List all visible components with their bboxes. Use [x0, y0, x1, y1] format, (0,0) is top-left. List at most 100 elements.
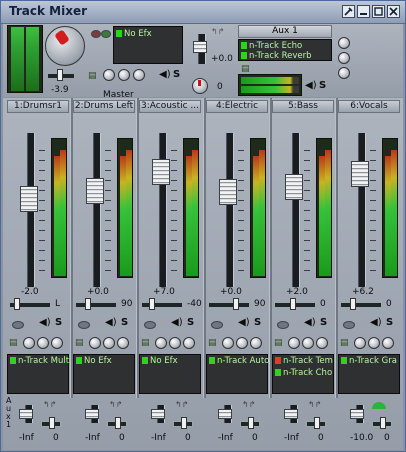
channel-knob-1[interactable] [155, 337, 167, 349]
aux-fx-box[interactable]: n-Track Echo n-Track Reverb [238, 39, 332, 61]
channel-fx-box[interactable]: No Efx [139, 354, 201, 394]
send-pan-knob[interactable] [115, 417, 121, 429]
aux-fx-toggle-icon[interactable]: ▤ [241, 64, 250, 74]
master-knob-3[interactable] [133, 69, 145, 81]
record-toggle[interactable] [78, 321, 90, 329]
channel-fader[interactable] [351, 161, 369, 187]
solo-icon[interactable]: S [320, 317, 327, 328]
solo-icon[interactable]: S [254, 317, 261, 328]
aux-pan-knob[interactable] [192, 78, 208, 94]
aux-knob-2[interactable] [338, 52, 350, 64]
channel-knob-1[interactable] [23, 337, 35, 349]
channel-knob-3[interactable] [382, 337, 394, 349]
speaker-icon[interactable]: ◀) [238, 317, 250, 328]
speaker-icon[interactable]: ◀) [304, 317, 316, 328]
aux-knob-1[interactable] [338, 37, 350, 49]
aux-fader[interactable] [193, 41, 207, 53]
channel-name[interactable]: 3:Acoustic ... [139, 100, 201, 113]
channel-knob-2[interactable] [236, 337, 248, 349]
pan-slider[interactable] [208, 302, 250, 308]
master-record-toggle[interactable] [91, 30, 101, 38]
pan-knob[interactable] [14, 298, 20, 310]
send-pan-knob[interactable] [181, 417, 187, 429]
fx-toggle-icon[interactable]: ▤ [208, 338, 217, 348]
fx-toggle-icon[interactable]: ▤ [88, 71, 97, 81]
fx-toggle-icon[interactable]: ▤ [9, 338, 18, 348]
send-fader[interactable] [218, 409, 232, 419]
send-pan-knob[interactable] [248, 417, 254, 429]
master-volume-knob[interactable] [45, 26, 85, 66]
speaker-icon[interactable]: ◀) [159, 69, 171, 80]
channel-knob-2[interactable] [37, 337, 49, 349]
send-pan-knob[interactable] [380, 417, 386, 429]
speaker-icon[interactable]: ◀) [171, 317, 183, 328]
aux-solo-icon[interactable]: S [319, 80, 326, 91]
pan-slider[interactable] [340, 302, 382, 308]
send-fader[interactable] [85, 409, 99, 419]
aux-name[interactable]: Aux 1 [238, 25, 332, 38]
pan-slider[interactable] [75, 302, 117, 308]
fx-toggle-icon[interactable]: ▤ [141, 338, 150, 348]
pan-knob[interactable] [149, 298, 155, 310]
channel-fader[interactable] [152, 159, 170, 185]
aux-speaker-icon[interactable]: ◀) [305, 80, 317, 91]
channel-fx-box[interactable]: n-Track Auto [206, 354, 269, 394]
channel-knob-2[interactable] [368, 337, 380, 349]
send-fader[interactable] [151, 409, 165, 419]
record-toggle[interactable] [211, 321, 223, 329]
channel-fader[interactable] [86, 178, 104, 204]
master-fx-box[interactable]: No Efx [113, 26, 183, 64]
record-toggle[interactable] [144, 321, 156, 329]
channel-knob-1[interactable] [89, 337, 101, 349]
master-knob-2[interactable] [118, 69, 130, 81]
send-pan-knob[interactable] [49, 417, 55, 429]
channel-knob-3[interactable] [51, 337, 63, 349]
channel-knob-1[interactable] [222, 337, 234, 349]
channel-name[interactable]: 6:Vocals [338, 100, 400, 113]
minimize-button[interactable] [357, 5, 370, 18]
solo-icon[interactable]: S [386, 317, 393, 328]
channel-knob-3[interactable] [183, 337, 195, 349]
channel-name[interactable]: 5:Bass [272, 100, 334, 113]
record-toggle[interactable] [277, 321, 289, 329]
speaker-icon[interactable]: ◀) [105, 317, 117, 328]
pin-button[interactable] [342, 5, 355, 18]
speaker-icon[interactable]: ◀) [370, 317, 382, 328]
channel-fx-box[interactable]: n-Track Gra [338, 354, 400, 394]
fx-toggle-icon[interactable]: ▤ [75, 338, 84, 348]
solo-icon[interactable]: S [55, 317, 62, 328]
channel-knob-3[interactable] [316, 337, 328, 349]
channel-fx-box[interactable]: No Efx [73, 354, 135, 394]
fx-toggle-icon[interactable]: ▤ [274, 338, 283, 348]
channel-knob-1[interactable] [288, 337, 300, 349]
pan-knob[interactable] [290, 298, 296, 310]
send-pan-knob[interactable] [314, 417, 320, 429]
solo-icon[interactable]: S [173, 69, 180, 80]
fx-toggle-icon[interactable]: ▤ [340, 338, 349, 348]
channel-fx-box[interactable]: n-Track Tem n-Track Cho [272, 354, 334, 394]
channel-name[interactable]: 2:Drums Left [73, 100, 135, 113]
channel-fader[interactable] [285, 174, 303, 200]
channel-name[interactable]: 1:Drumsr1 [7, 100, 69, 113]
send-fader[interactable] [284, 409, 298, 419]
channel-knob-2[interactable] [169, 337, 181, 349]
maximize-button[interactable] [372, 5, 385, 18]
pan-slider[interactable] [141, 302, 183, 308]
master-play-toggle[interactable] [101, 30, 111, 38]
pan-knob[interactable] [85, 298, 91, 310]
send-fader[interactable] [350, 409, 364, 419]
channel-knob-3[interactable] [117, 337, 129, 349]
aux-knob-3[interactable] [338, 67, 350, 79]
record-toggle[interactable] [12, 321, 24, 329]
channel-knob-2[interactable] [103, 337, 115, 349]
channel-knob-1[interactable] [354, 337, 366, 349]
master-knob-1[interactable] [103, 69, 115, 81]
record-toggle[interactable] [343, 321, 355, 329]
channel-fader[interactable] [219, 179, 237, 205]
channel-fx-box[interactable]: n-Track Multi [7, 354, 71, 394]
close-button[interactable] [387, 5, 400, 18]
solo-icon[interactable]: S [121, 317, 128, 328]
channel-fader[interactable] [20, 186, 38, 212]
send-fader[interactable] [19, 409, 33, 419]
channel-knob-2[interactable] [302, 337, 314, 349]
